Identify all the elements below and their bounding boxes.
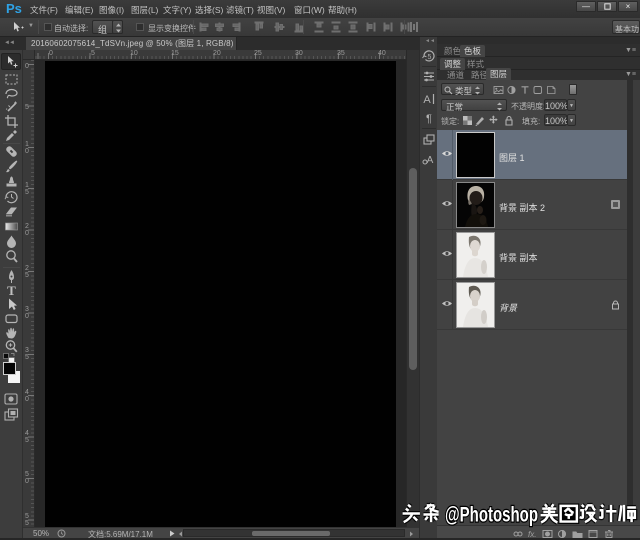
svg-text:T: T (7, 283, 16, 298)
svg-text:A: A (427, 155, 434, 166)
svg-text:¶: ¶ (426, 113, 432, 125)
svg-text:5: 5 (428, 54, 432, 61)
svg-text:A: A (423, 94, 431, 106)
svg-text:@Photoshop: @Photoshop (445, 504, 538, 527)
